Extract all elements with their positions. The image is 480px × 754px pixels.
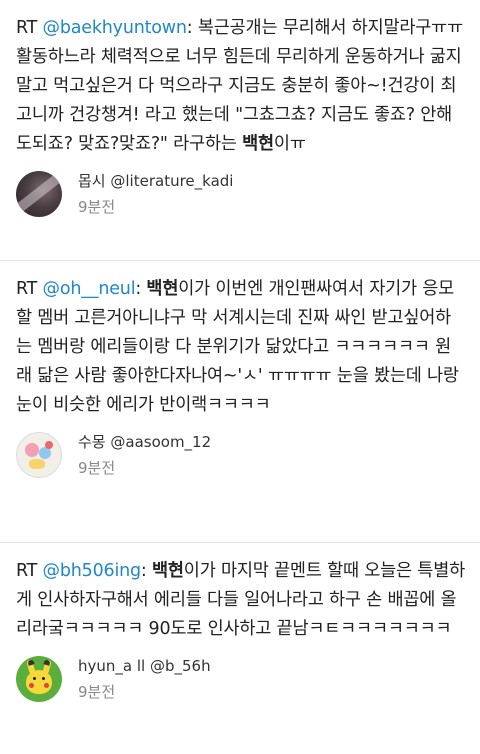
rt-prefix: RT [16, 279, 43, 299]
author-handle: @b_56h [149, 657, 211, 675]
author-row: 몹시 @literature_kadi 9분전 [16, 171, 466, 217]
rt-prefix: RT [16, 561, 43, 581]
mention-link[interactable]: @baekhyuntown [43, 18, 187, 38]
highlighted-keyword: 백현 [146, 279, 179, 299]
author-line[interactable]: 수몽 @aasoom_12 [78, 432, 211, 452]
tweet-text: RT @oh__neul: 백현이가 이번엔 개인팬싸여서 자기가 응모할 멤버… [16, 275, 466, 420]
tweet-body-end: 이ㅠ [273, 134, 306, 154]
author-name: hyun_a ll [78, 657, 146, 675]
tweet-body: : [135, 279, 147, 299]
tweet-body: : 복근공개는 무리해서 하지말라구ㅠㅠ 활동하느라 체력적으로 너무 힘든데 … [16, 18, 463, 154]
mention-link[interactable]: @oh__neul [43, 279, 136, 299]
author-row: hyun_a ll @b_56h 9분전 [16, 656, 466, 702]
tweet-body-end: 이가 이번엔 개인팬싸여서 자기가 응모할 멤버 고른거아니냐구 막 서계시는데… [16, 279, 459, 415]
author-info: hyun_a ll @b_56h 9분전 [78, 656, 211, 702]
dark-photo-avatar-icon[interactable] [16, 171, 62, 217]
tweet-body: : [140, 561, 152, 581]
timestamp: 9분전 [78, 683, 116, 701]
author-row: 수몽 @aasoom_12 9분전 [16, 432, 466, 478]
highlighted-keyword: 백현 [242, 134, 274, 154]
author-info: 몹시 @literature_kadi 9분전 [78, 171, 233, 217]
tweet-text: RT @bh506ing: 백현이가 마지막 끝멘트 할때 오늘은 특별하게 인… [16, 557, 466, 644]
tweet-feed: RT @baekhyuntown: 복근공개는 무리해서 하지말라구ㅠㅠ 활동하… [0, 0, 480, 754]
author-name: 몹시 [78, 172, 106, 190]
tweet-item[interactable]: RT @oh__neul: 백현이가 이번엔 개인팬싸여서 자기가 응모할 멤버… [0, 261, 480, 543]
author-handle: @aasoom_12 [110, 433, 212, 451]
timestamp: 9분전 [78, 459, 116, 477]
author-line[interactable]: hyun_a ll @b_56h [78, 656, 211, 676]
author-name: 수몽 [78, 433, 106, 451]
tweet-text: RT @baekhyuntown: 복근공개는 무리해서 하지말라구ㅠㅠ 활동하… [16, 14, 466, 159]
author-info: 수몽 @aasoom_12 9분전 [78, 432, 211, 478]
pikachu-avatar-icon[interactable] [16, 656, 62, 702]
rt-prefix: RT [16, 18, 43, 38]
author-handle: @literature_kadi [110, 172, 234, 190]
author-line[interactable]: 몹시 @literature_kadi [78, 171, 233, 191]
tweet-item[interactable]: RT @baekhyuntown: 복근공개는 무리해서 하지말라구ㅠㅠ 활동하… [0, 0, 480, 261]
tweet-item[interactable]: RT @bh506ing: 백현이가 마지막 끝멘트 할때 오늘은 특별하게 인… [0, 543, 480, 754]
colorful-illustration-avatar-icon[interactable] [16, 432, 62, 478]
highlighted-keyword: 백현 [151, 561, 184, 581]
timestamp: 9분전 [78, 198, 116, 216]
mention-link[interactable]: @bh506ing [43, 561, 142, 581]
